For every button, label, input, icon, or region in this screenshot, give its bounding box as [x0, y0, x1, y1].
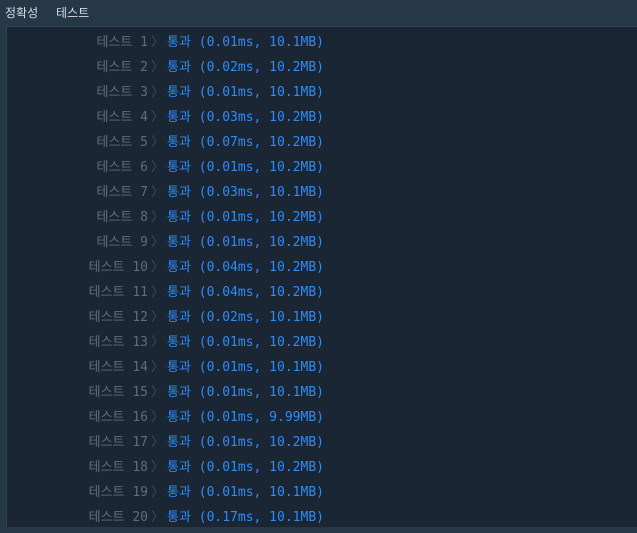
test-result-row: 테스트 2 〉 통과 (0.02ms, 10.2MB) — [7, 52, 637, 77]
test-case-label: 테스트 19 — [88, 485, 148, 500]
chevron-right-icon: 〉 — [151, 160, 165, 175]
results-header: 정확성 테스트 — [0, 0, 637, 24]
test-case-label: 테스트 17 — [88, 435, 148, 450]
test-result-row: 테스트 16 〉 통과 (0.01ms, 9.99MB) — [7, 402, 637, 427]
test-result-text: 통과 (0.01ms, 10.2MB) — [167, 235, 324, 250]
test-result-row: 테스트 18 〉 통과 (0.01ms, 10.2MB) — [7, 452, 637, 477]
chevron-right-icon: 〉 — [151, 435, 165, 450]
test-result-row: 테스트 13 〉 통과 (0.01ms, 10.2MB) — [7, 327, 637, 352]
test-result-row: 테스트 19 〉 통과 (0.01ms, 10.1MB) — [7, 477, 637, 502]
test-result-row: 테스트 7 〉 통과 (0.03ms, 10.1MB) — [7, 177, 637, 202]
chevron-right-icon: 〉 — [151, 460, 165, 475]
chevron-right-icon: 〉 — [151, 210, 165, 225]
test-result-text: 통과 (0.01ms, 10.2MB) — [167, 460, 324, 475]
test-case-label: 테스트 4 — [96, 110, 148, 125]
test-case-label: 테스트 1 — [96, 35, 148, 50]
chevron-right-icon: 〉 — [151, 335, 165, 350]
test-result-text: 통과 (0.17ms, 10.1MB) — [167, 510, 324, 525]
test-result-text: 통과 (0.01ms, 10.1MB) — [167, 360, 324, 375]
chevron-right-icon: 〉 — [151, 110, 165, 125]
test-result-row: 테스트 3 〉 통과 (0.01ms, 10.1MB) — [7, 77, 637, 102]
test-result-text: 통과 (0.01ms, 10.1MB) — [167, 35, 324, 50]
test-result-text: 통과 (0.03ms, 10.1MB) — [167, 185, 324, 200]
chevron-right-icon: 〉 — [151, 310, 165, 325]
chevron-right-icon: 〉 — [151, 260, 165, 275]
test-result-row: 테스트 15 〉 통과 (0.01ms, 10.1MB) — [7, 377, 637, 402]
test-result-row: 테스트 20 〉 통과 (0.17ms, 10.1MB) — [7, 502, 637, 527]
test-result-text: 통과 (0.07ms, 10.2MB) — [167, 135, 324, 150]
test-case-label: 테스트 18 — [88, 460, 148, 475]
test-result-row: 테스트 6 〉 통과 (0.01ms, 10.2MB) — [7, 152, 637, 177]
chevron-right-icon: 〉 — [151, 485, 165, 500]
chevron-right-icon: 〉 — [151, 385, 165, 400]
test-case-label: 테스트 5 — [96, 135, 148, 150]
test-case-label: 테스트 16 — [88, 410, 148, 425]
test-result-row: 테스트 14 〉 통과 (0.01ms, 10.1MB) — [7, 352, 637, 377]
test-result-text: 통과 (0.01ms, 10.2MB) — [167, 335, 324, 350]
test-case-label: 테스트 14 — [88, 360, 148, 375]
chevron-right-icon: 〉 — [151, 510, 165, 525]
test-result-row: 테스트 5 〉 통과 (0.07ms, 10.2MB) — [7, 127, 637, 152]
test-result-row: 테스트 1 〉 통과 (0.01ms, 10.1MB) — [7, 27, 637, 52]
chevron-right-icon: 〉 — [151, 410, 165, 425]
chevron-right-icon: 〉 — [151, 360, 165, 375]
test-case-label: 테스트 12 — [88, 310, 148, 325]
test-case-label: 테스트 15 — [88, 385, 148, 400]
chevron-right-icon: 〉 — [151, 60, 165, 75]
test-case-label: 테스트 11 — [88, 285, 148, 300]
test-case-label: 테스트 3 — [96, 85, 148, 100]
test-result-text: 통과 (0.01ms, 10.1MB) — [167, 385, 324, 400]
panel-bottom-edge — [0, 527, 637, 533]
test-case-label: 테스트 20 — [88, 510, 148, 525]
test-result-text: 통과 (0.02ms, 10.2MB) — [167, 60, 324, 75]
test-case-label: 테스트 8 — [96, 210, 148, 225]
test-result-text: 통과 (0.01ms, 10.1MB) — [167, 85, 324, 100]
test-case-label: 테스트 7 — [96, 185, 148, 200]
test-result-row: 테스트 9 〉 통과 (0.01ms, 10.2MB) — [7, 227, 637, 252]
test-case-label: 테스트 10 — [88, 260, 148, 275]
chevron-right-icon: 〉 — [151, 85, 165, 100]
test-result-row: 테스트 17 〉 통과 (0.01ms, 10.2MB) — [7, 427, 637, 452]
test-result-text: 통과 (0.01ms, 9.99MB) — [167, 410, 324, 425]
accuracy-section-title: 정확성 — [5, 6, 39, 20]
chevron-right-icon: 〉 — [151, 285, 165, 300]
test-result-text: 통과 (0.04ms, 10.2MB) — [167, 285, 324, 300]
chevron-right-icon: 〉 — [151, 35, 165, 50]
test-result-text: 통과 (0.04ms, 10.2MB) — [167, 260, 324, 275]
test-result-row: 테스트 10 〉 통과 (0.04ms, 10.2MB) — [7, 252, 637, 277]
test-section-title: 테스트 — [56, 6, 90, 20]
test-result-row: 테스트 4 〉 통과 (0.03ms, 10.2MB) — [7, 102, 637, 127]
test-result-row: 테스트 8 〉 통과 (0.01ms, 10.2MB) — [7, 202, 637, 227]
test-case-label: 테스트 2 — [96, 60, 148, 75]
test-result-row: 테스트 12 〉 통과 (0.02ms, 10.1MB) — [7, 302, 637, 327]
chevron-right-icon: 〉 — [151, 185, 165, 200]
test-case-label: 테스트 6 — [96, 160, 148, 175]
chevron-right-icon: 〉 — [151, 235, 165, 250]
test-result-text: 통과 (0.01ms, 10.2MB) — [167, 210, 324, 225]
chevron-right-icon: 〉 — [151, 135, 165, 150]
test-result-text: 통과 (0.01ms, 10.2MB) — [167, 435, 324, 450]
test-result-text: 통과 (0.01ms, 10.2MB) — [167, 160, 324, 175]
test-result-text: 통과 (0.03ms, 10.2MB) — [167, 110, 324, 125]
test-result-text: 통과 (0.02ms, 10.1MB) — [167, 310, 324, 325]
test-case-label: 테스트 9 — [96, 235, 148, 250]
test-case-label: 테스트 13 — [88, 335, 148, 350]
test-result-text: 통과 (0.01ms, 10.1MB) — [167, 485, 324, 500]
test-result-row: 테스트 11 〉 통과 (0.04ms, 10.2MB) — [7, 277, 637, 302]
test-results-panel[interactable]: 테스트 1 〉 통과 (0.01ms, 10.1MB) 테스트 2 〉 통과 (… — [6, 26, 637, 527]
